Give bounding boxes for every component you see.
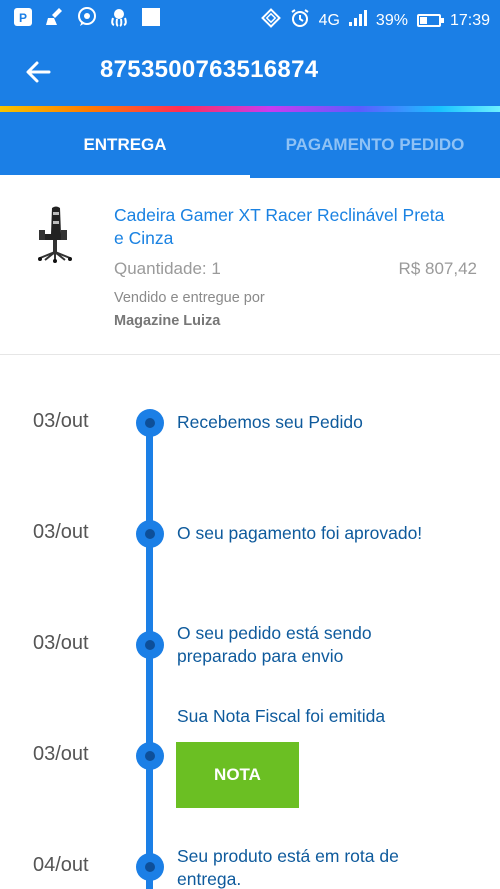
cleaner-icon (44, 6, 66, 28)
product-image (30, 204, 80, 264)
timeline-text-4: Sua Nota Fiscal foi emitida (177, 706, 386, 726)
status-bar: P 4G 39% 17:39 (0, 0, 500, 36)
timeline-dot-2 (136, 520, 164, 548)
product-price: R$ 807,42 (398, 259, 477, 278)
back-button[interactable] (18, 54, 58, 90)
product-card[interactable]: Cadeira Gamer XT Racer Reclinável Preta … (0, 178, 500, 355)
alarm-icon (290, 8, 310, 33)
quantity-label: Quantidade: 1 (114, 259, 221, 278)
timeline-dot-5 (136, 853, 164, 881)
network-type: 4G (318, 11, 340, 29)
signal-icon (348, 10, 367, 31)
timeline-text-2: O seu pagamento foi aprovado! (177, 523, 423, 543)
clock: 17:39 (449, 11, 490, 29)
tab-entrega[interactable]: ENTREGA (0, 112, 250, 178)
nfc-icon (260, 8, 281, 33)
notification-icons: P (12, 6, 162, 28)
timeline-text-3: O seu pedido está sendo preparado para e… (177, 623, 372, 666)
timeline-date-1: 03/out (33, 410, 89, 432)
app-toolbar: 8753500763516874 (0, 36, 500, 106)
battery-icon (416, 14, 444, 27)
seller-label: Vendido e entregue por (114, 290, 265, 306)
tab-bar: ENTREGA PAGAMENTO PEDIDO (0, 112, 500, 178)
tab-pagamento-pedido[interactable]: PAGAMENTO PEDIDO (250, 112, 500, 178)
timeline-date-2: 03/out (33, 521, 89, 543)
timeline-dot-1 (136, 409, 164, 437)
seller-name: Magazine Luiza (114, 313, 221, 329)
battery-percent: 39% (375, 11, 408, 29)
timeline-text-1: Recebemos seu Pedido (177, 412, 363, 432)
whatsapp-icon (76, 6, 98, 28)
battery-fill (419, 17, 427, 24)
timeline-dot-4 (136, 742, 164, 770)
blank-square-icon (140, 6, 162, 28)
product-name-link[interactable]: Cadeira Gamer XT Racer Reclinável Preta … (114, 204, 454, 250)
order-number-title: 8753500763516874 (100, 56, 319, 83)
timeline-text-5: Seu produto está em rota de entrega. (177, 846, 399, 889)
nota-button[interactable]: NOTA (176, 742, 299, 808)
parking-app-icon: P (12, 6, 34, 28)
timeline-date-5: 04/out (33, 854, 89, 876)
timeline-date-4: 03/out (33, 743, 89, 765)
timeline-date-3: 03/out (33, 632, 89, 654)
svg-text:P: P (19, 11, 27, 25)
arrow-left-icon (26, 61, 51, 83)
system-indicators: 4G 39% 17:39 (260, 8, 490, 33)
octopus-app-icon (108, 6, 130, 28)
timeline-dot-3 (136, 631, 164, 659)
